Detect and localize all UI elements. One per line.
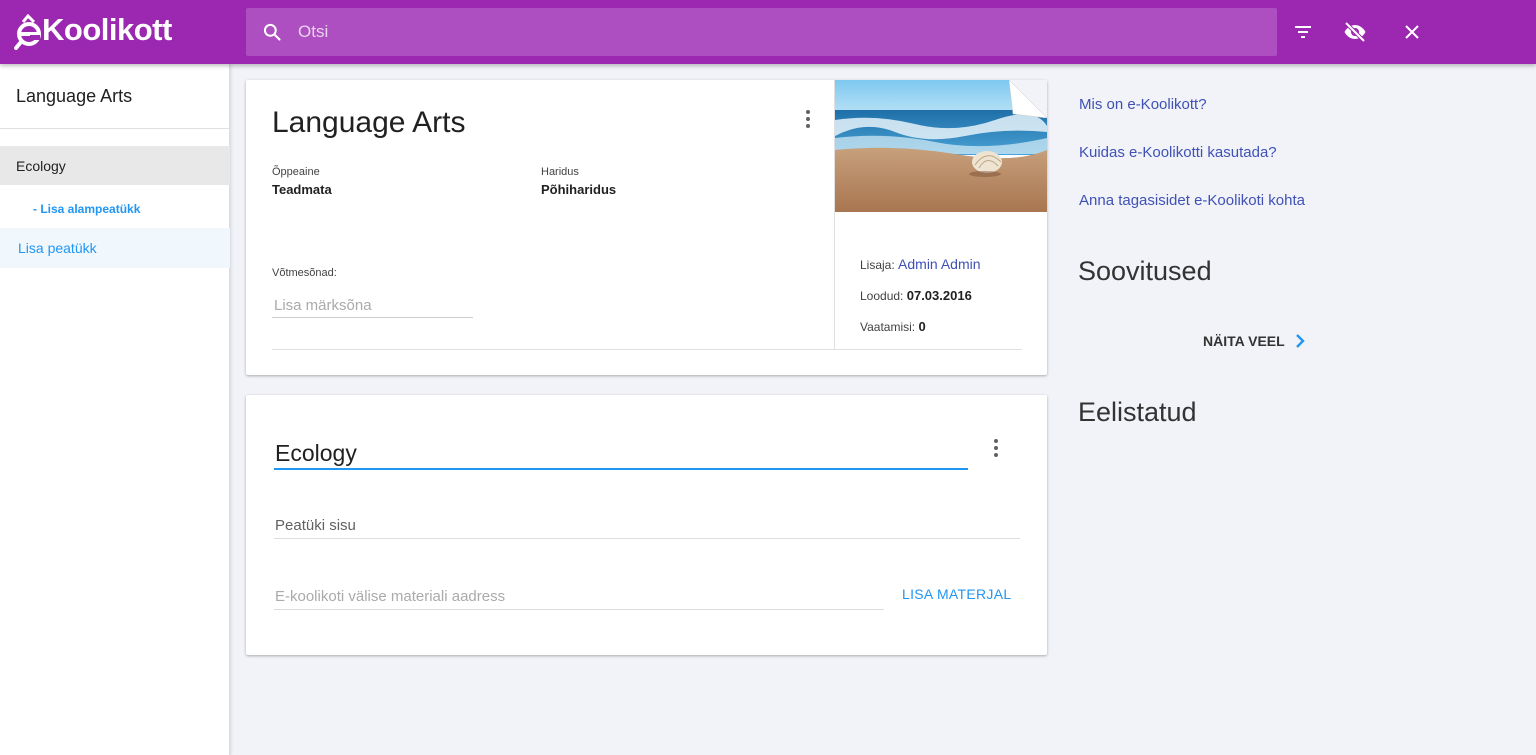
sidebar-title[interactable]: Language Arts [16,86,132,107]
chapter-title-input[interactable] [274,439,968,470]
sidebar: Language Arts Ecology - Lisa alampeatükk… [0,64,230,755]
recommendations-heading: Soovitused [1078,256,1212,286]
views-label: Vaatamisi: [860,320,916,334]
close-button[interactable] [1398,18,1426,46]
chapter-menu-button[interactable] [984,436,1008,460]
visibility-toggle-button[interactable] [1341,18,1369,46]
subject-label: Õppeaine [272,166,320,178]
created-value: 07.03.2016 [906,288,972,303]
education-value: Põhiharidus [541,182,617,197]
portfolio-card: Language Arts Õppeaine Teadmata Haridus … [246,80,1047,375]
views-value: 0 [918,319,926,334]
created-row: Loodud: 07.03.2016 [860,288,972,303]
add-subchapter-link[interactable]: - Lisa alampeatükk [33,202,140,216]
visibility-off-icon [1344,21,1366,43]
filter-button[interactable] [1289,18,1317,46]
author-link[interactable]: Admin Admin [898,256,980,272]
logo[interactable]: Koolikott [14,12,172,52]
filter-icon [1295,26,1311,38]
portfolio-menu-button[interactable] [796,107,820,131]
favorites-heading: Eelistatud [1078,397,1197,427]
portfolio-title: Language Arts [272,106,466,139]
added-by-label: Lisaja: [860,258,895,272]
chapter-content-input[interactable] [274,513,1020,539]
more-vert-icon [994,439,998,443]
show-more-button[interactable]: NÄITA VEEL [1203,333,1305,349]
education-label: Haridus [541,166,579,178]
subject-value: Teadmata [272,182,332,197]
logo-text: Koolikott [42,12,172,47]
logo-e-icon [14,14,41,50]
more-vert-icon [806,110,810,114]
search-icon[interactable] [262,22,282,42]
chapter-card: LISA MATERJAL [246,395,1047,655]
search-input[interactable] [298,8,1258,56]
keywords-label: Võtmesõnad: [272,267,337,279]
show-more-label: NÄITA VEEL [1203,333,1285,349]
created-label: Loodud: [860,289,904,303]
page-fold-icon [1009,80,1047,118]
add-material-button[interactable]: LISA MATERJAL [902,586,1011,602]
sidebar-item-ecology[interactable]: Ecology [0,146,230,185]
add-chapter-link[interactable]: Lisa peatükk [0,228,230,268]
chevron-right-icon [1295,334,1305,348]
link-how-to-use[interactable]: Kuidas e-Koolikotti kasutada? [1079,144,1277,161]
keyword-input[interactable] [272,294,473,318]
material-url-input[interactable] [274,584,884,610]
sidebar-divider [0,128,230,129]
views-row: Vaatamisi: 0 [860,319,926,334]
card-divider [272,349,1022,350]
added-by-row: Lisaja: Admin Admin [860,256,981,272]
close-icon [1405,25,1419,39]
link-what-is[interactable]: Mis on e-Koolikott? [1079,96,1207,113]
link-feedback[interactable]: Anna tagasisidet e-Koolikoti kohta [1079,192,1305,209]
top-bar: Koolikott [0,0,1536,64]
portfolio-picture [835,80,1047,212]
search-bar [246,8,1277,56]
